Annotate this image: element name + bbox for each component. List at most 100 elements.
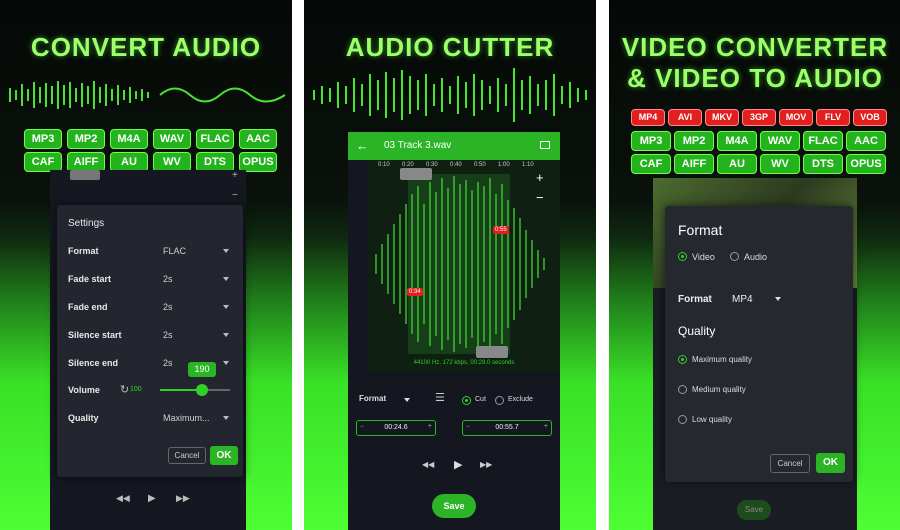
chevron-down-icon [775,297,781,301]
exclude-label: Exclude [508,396,533,403]
format-chip-caf[interactable]: CAF [631,154,671,174]
silence-start-select[interactable]: 2s [163,330,173,340]
trim-handle[interactable] [70,170,100,180]
cancel-button[interactable]: Cancel [168,447,206,464]
zoom-out-icon[interactable]: − [536,190,544,205]
format-chip-dts[interactable]: DTS [803,154,843,174]
medium-quality-label: Medium quality [692,385,746,394]
format-dropdown[interactable]: Format [356,390,412,408]
format-chip-m4a[interactable]: M4A [110,129,148,149]
ok-button[interactable]: OK [210,446,238,465]
zoom-out-icon[interactable]: − [232,190,238,201]
video-radio[interactable] [678,252,687,261]
format-dropdown-label: Format [359,394,387,403]
cancel-button[interactable]: Cancel [770,454,810,473]
timeline-tick: 1:00 [498,162,510,168]
video-chip-mov[interactable]: MOV [779,109,813,126]
ok-button[interactable]: OK [816,453,845,473]
maximum-quality-radio[interactable] [678,355,687,364]
save-button[interactable]: Save [432,494,476,518]
equalizer-icon[interactable]: ☰ [435,391,445,404]
format-chip-mp3[interactable]: MP3 [631,131,671,151]
format-chip-au[interactable]: AU [110,152,148,172]
format-chip-dts[interactable]: DTS [196,152,234,172]
app-bar: ← 03 Track 3.wav [348,132,560,160]
video-chip-3gp[interactable]: 3GP [742,109,776,126]
fast-forward-icon[interactable]: ▶▶ [480,460,492,469]
format-label: Format [678,294,712,305]
waveform-decoration [313,68,587,122]
settings-dialog: Settings Format FLAC Fade start 2s Fade … [57,205,243,477]
format-chip-m4a[interactable]: M4A [717,131,757,151]
format-chip-au[interactable]: AU [717,154,757,174]
format-chip-mp3[interactable]: MP3 [24,129,62,149]
chevron-down-icon [223,305,229,309]
format-chip-opus[interactable]: OPUS [239,152,277,172]
back-arrow-icon[interactable]: ← [356,138,369,153]
save-button[interactable]: Save [737,500,771,520]
chevron-down-icon [223,416,229,420]
dialog-title: Settings [68,218,105,229]
low-quality-radio[interactable] [678,415,687,424]
format-chip-aiff[interactable]: AIFF [674,154,714,174]
cut-radio[interactable] [462,396,471,405]
end-time-field[interactable]: − 00:55.7 + [462,420,552,436]
format-chip-wv[interactable]: WV [153,152,191,172]
zoom-in-icon[interactable]: + [232,170,238,181]
zoom-in-icon[interactable]: + [536,170,544,185]
increment-icon[interactable]: + [544,423,548,430]
fade-start-select[interactable]: 2s [163,274,173,284]
cut-label: Cut [475,396,486,403]
start-trim-handle[interactable] [400,168,432,180]
volume-slider[interactable] [160,384,230,396]
folder-icon[interactable] [540,141,550,149]
format-chip-wav[interactable]: WAV [760,131,800,151]
format-chip-aac[interactable]: AAC [846,131,886,151]
end-trim-handle[interactable] [476,346,508,358]
format-chip-wav[interactable]: WAV [153,129,191,149]
phone-screen: ← 03 Track 3.wav 0:10 0:20 0:30 0:40 0:5… [348,132,560,530]
format-chip-flac[interactable]: FLAC [196,129,234,149]
increment-icon[interactable]: + [428,423,432,430]
fast-forward-icon[interactable]: ▶▶ [176,493,190,504]
headline-line1: VIDEO CONVERTER [621,32,889,62]
format-chip-aiff[interactable]: AIFF [67,152,105,172]
rewind-icon[interactable]: ◀◀ [116,493,130,504]
format-select[interactable]: FLAC [163,246,186,256]
format-chip-caf[interactable]: CAF [24,152,62,172]
format-chip-wv[interactable]: WV [760,154,800,174]
volume-slider-thumb[interactable] [196,384,208,396]
volume-reset-value: 100 [130,386,142,393]
start-time-field[interactable]: − 00:24.6 + [356,420,436,436]
rewind-icon[interactable]: ◀◀ [422,460,434,469]
format-chip-mp2[interactable]: MP2 [674,131,714,151]
format-chip-flac[interactable]: FLAC [803,131,843,151]
quality-select[interactable]: Maximum... [163,413,210,423]
chevron-down-icon [223,277,229,281]
format-chip-mp2[interactable]: MP2 [67,129,105,149]
volume-tooltip: 190 [188,362,216,377]
format-chip-opus[interactable]: OPUS [846,154,886,174]
video-chip-mkv[interactable]: MKV [705,109,739,126]
maximum-quality-label: Maximum quality [692,355,753,364]
silence-end-select[interactable]: 2s [163,358,173,368]
medium-quality-radio[interactable] [678,385,687,394]
play-icon[interactable]: ▶ [148,493,156,504]
play-icon[interactable]: ▶ [454,458,462,471]
fade-end-select[interactable]: 2s [163,302,173,312]
video-chip-mp4[interactable]: MP4 [631,109,665,126]
format-chip-aac[interactable]: AAC [239,129,277,149]
track-title: 03 Track 3.wav [384,140,452,151]
video-chip-avi[interactable]: AVI [668,109,702,126]
audio-waveform [375,174,545,354]
reset-icon[interactable]: ↻ [120,383,129,396]
audio-info: 44100 Hz, 172 kbps, 00:29.0 seconds [413,360,515,366]
chevron-down-icon [223,333,229,337]
video-chip-vob[interactable]: VOB [853,109,887,126]
end-time-value: 00:55.7 [495,424,519,431]
format-select[interactable]: MP4 [732,294,753,305]
timeline-tick: 1:10 [522,162,534,168]
video-chip-flv[interactable]: FLV [816,109,850,126]
audio-radio[interactable] [730,252,739,261]
exclude-radio[interactable] [495,396,504,405]
